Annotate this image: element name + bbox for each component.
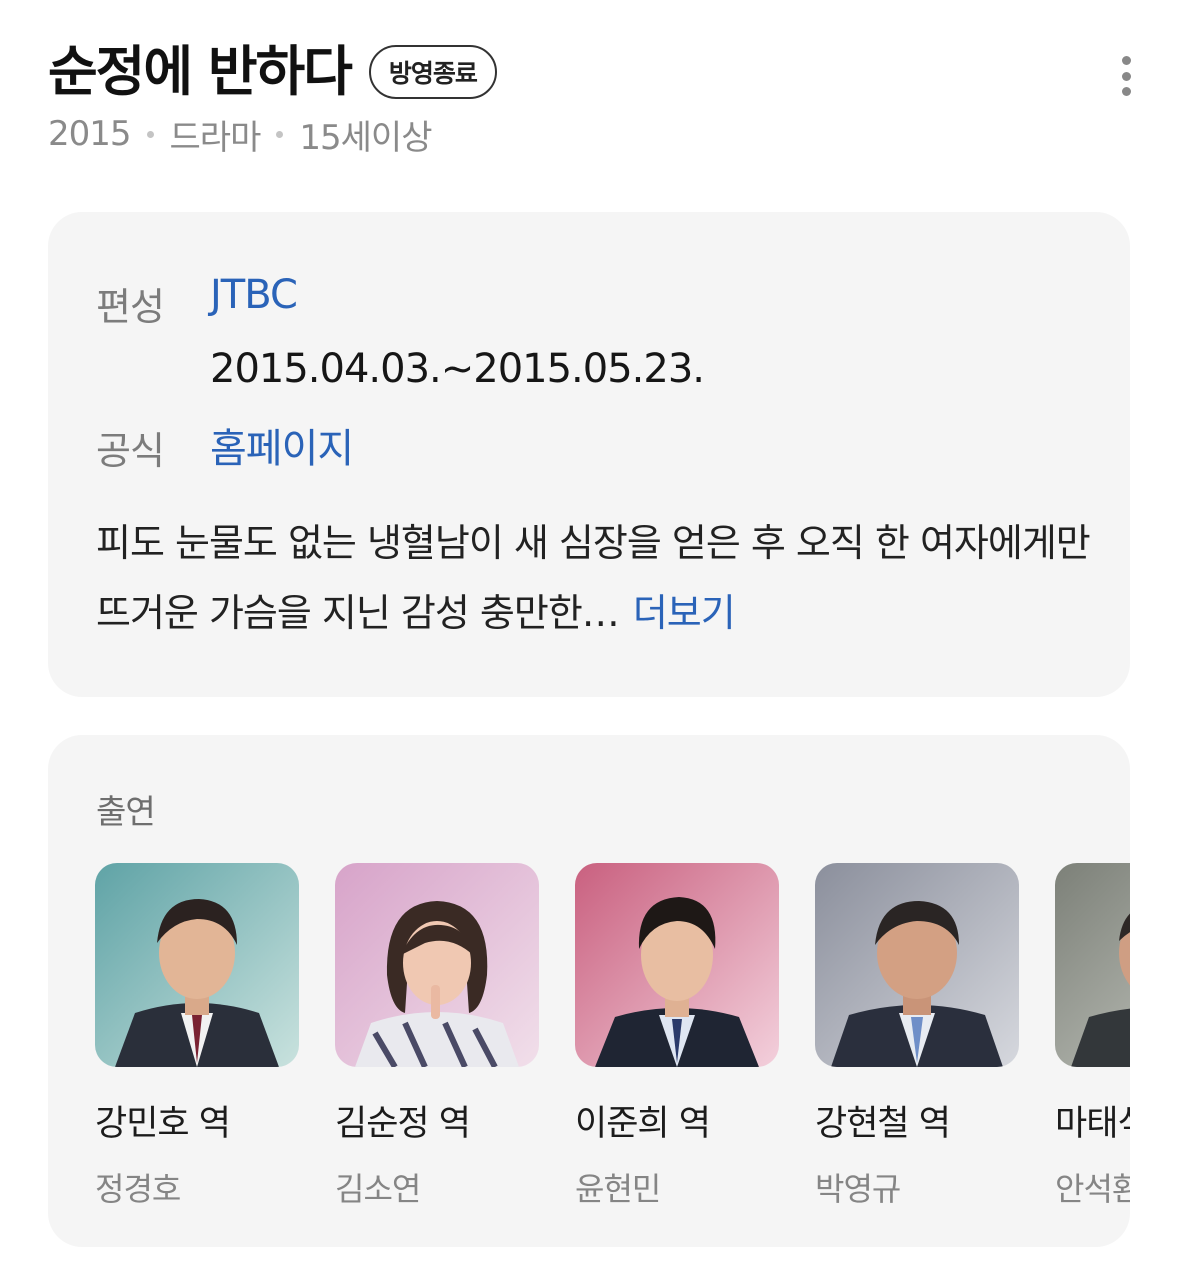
synopsis-more-link[interactable]: 더보기 bbox=[633, 591, 736, 635]
cast-actor: 김소연 bbox=[335, 1170, 421, 1208]
cast-actor: 안석환 bbox=[1055, 1170, 1130, 1208]
cast-list: 강민호 역 정경호 김순정 역 김소연 이준희 역 윤현민 강현철 역 박영규 … bbox=[95, 863, 1130, 1233]
cast-photo bbox=[95, 863, 299, 1067]
broadcast-period: 2015.04.03.~2015.05.23. bbox=[210, 346, 705, 392]
cast-actor: 윤현민 bbox=[575, 1170, 661, 1208]
cast-photo bbox=[1055, 863, 1130, 1067]
broadcast-channel-link[interactable]: JTBC bbox=[210, 272, 298, 318]
synopsis-text: 피도 눈물도 없는 냉혈남이 새 심장을 얻은 후 오직 한 여자에게만 뜨거운… bbox=[96, 521, 1091, 635]
official-homepage-link[interactable]: 홈페이지 bbox=[210, 416, 354, 474]
cast-item[interactable]: 마태식 역 안석환 bbox=[1055, 863, 1130, 1210]
cast-item[interactable]: 김순정 역 김소연 bbox=[335, 863, 539, 1210]
meta-rating: 15세이상 bbox=[299, 117, 432, 158]
page-title: 순정에 반하다 bbox=[48, 40, 353, 103]
status-badge: 방영종료 bbox=[368, 45, 497, 99]
info-card: 편성 JTBC 2015.04.03.~2015.05.23. 공식 홈페이지 … bbox=[48, 212, 1130, 697]
cast-actor: 박영규 bbox=[815, 1170, 901, 1208]
cast-photo bbox=[335, 863, 539, 1067]
drama-info-panel: 순정에 반하다 방영종료 2015 드라마 15세이상 편성 JTBC 2015… bbox=[0, 0, 1178, 1271]
meta-genre: 드라마 bbox=[169, 117, 262, 158]
cast-heading: 출연 bbox=[96, 792, 156, 831]
meta-separator bbox=[276, 130, 284, 138]
cast-item[interactable]: 강민호 역 정경호 bbox=[95, 863, 299, 1210]
cast-role: 강현철 역 bbox=[815, 1104, 951, 1144]
official-label: 공식 bbox=[96, 429, 165, 473]
title-row: 순정에 반하다 방영종료 bbox=[48, 36, 497, 108]
synopsis: 피도 눈물도 없는 냉혈남이 새 심장을 얻은 후 오직 한 여자에게만 뜨거운… bbox=[96, 508, 1096, 648]
cast-card: 출연 강민호 역 정경호 김순정 역 김소연 이준희 역 윤현민 강현철 역 박… bbox=[48, 735, 1130, 1247]
cast-item[interactable]: 이준희 역 윤현민 bbox=[575, 863, 779, 1210]
meta-separator bbox=[146, 130, 154, 138]
cast-role: 강민호 역 bbox=[95, 1104, 231, 1144]
more-options-button[interactable] bbox=[1108, 52, 1144, 100]
meta-year: 2015 bbox=[48, 114, 132, 154]
more-vertical-icon bbox=[1121, 56, 1131, 65]
cast-photo bbox=[815, 863, 1019, 1067]
cast-role: 마태식 역 bbox=[1055, 1104, 1130, 1144]
broadcast-label: 편성 bbox=[96, 285, 165, 329]
meta-row: 2015 드라마 15세이상 bbox=[48, 112, 432, 158]
cast-photo bbox=[575, 863, 779, 1067]
cast-role: 김순정 역 bbox=[335, 1104, 471, 1144]
cast-item[interactable]: 강현철 역 박영규 bbox=[815, 863, 1019, 1210]
cast-actor: 정경호 bbox=[95, 1170, 181, 1208]
cast-role: 이준희 역 bbox=[575, 1104, 711, 1144]
